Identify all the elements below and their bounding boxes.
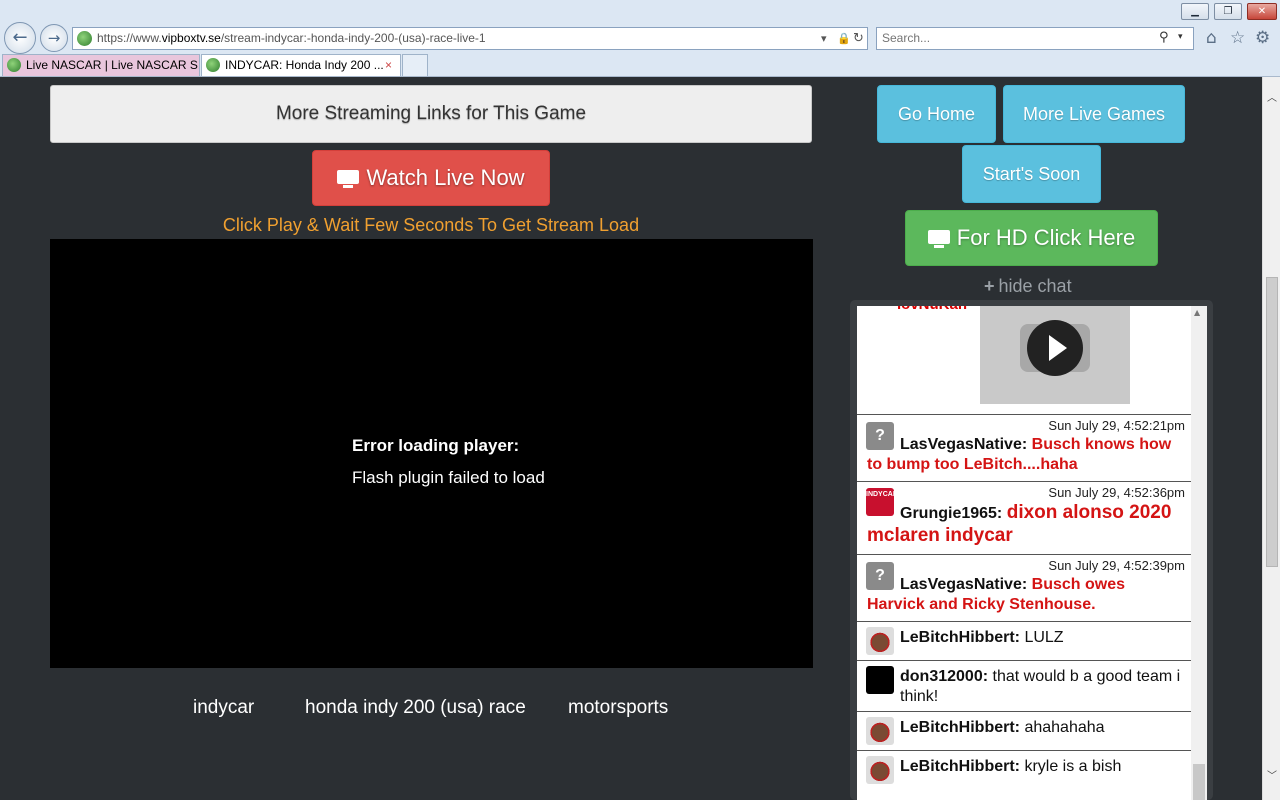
page-scrollbar[interactable]: ︿ ﹀ (1262, 77, 1280, 800)
watch-live-now-button[interactable]: Watch Live Now (312, 150, 550, 206)
page-scroll-thumb[interactable] (1266, 277, 1278, 567)
page-content: More Streaming Links for This Game Watch… (0, 77, 1262, 800)
search-dropdown-icon[interactable]: ▾ (1178, 32, 1183, 42)
hide-chat-toggle[interactable]: + hide chat (984, 276, 1072, 297)
minimize-button[interactable]: ▁ (1181, 3, 1209, 20)
tag-link-motorsports[interactable]: motorsports (568, 697, 668, 719)
search-box[interactable]: ⚲ ▾ (876, 27, 1194, 50)
chat-message: Sun July 29, 4:52:39pm ? LasVegasNative:… (857, 554, 1191, 621)
chat-video-thumbnail[interactable] (980, 306, 1130, 404)
new-tab-button[interactable] (402, 54, 428, 76)
watch-live-label: Watch Live Now (366, 165, 525, 190)
video-player[interactable]: Error loading player: Flash plugin faile… (50, 239, 813, 668)
favorites-star-icon[interactable]: ☆ (1230, 28, 1245, 48)
forward-arrow-icon: → (47, 29, 61, 47)
close-tab-icon[interactable]: × (385, 55, 392, 75)
chat-message-text: LeBitchHibbert: ahahahaha (900, 718, 1181, 738)
chat-message-text: don312000: that would b a good team i th… (900, 667, 1181, 707)
chat-username[interactable]: LasVegasNative: (900, 576, 1027, 593)
tag-link-honda-indy-200[interactable]: honda indy 200 (usa) race (305, 697, 526, 719)
chat-scroll-thumb[interactable] (1193, 764, 1205, 800)
browser-chrome: ▁ ❐ ✕ ← → https://www.vipboxtv.se/stream… (0, 0, 1280, 77)
minimize-icon: ▁ (1191, 6, 1199, 17)
go-home-button[interactable]: Go Home (877, 85, 996, 143)
chat-panel: lovNuKah Sun July 29, 4:52:21pm ? LasVeg… (857, 306, 1207, 800)
chat-username[interactable]: don312000: (900, 668, 988, 685)
scroll-up-icon[interactable]: ︿ (1267, 89, 1277, 104)
hd-click-label: For HD Click Here (956, 225, 1136, 250)
chat-username[interactable]: Grungie1965: (900, 505, 1002, 522)
url-host: vipboxtv.se (161, 31, 221, 45)
url-prefix: https://www. (97, 31, 162, 45)
chat-message: LeBitchHibbert: kryle is a bish (857, 750, 1191, 800)
chat-message-text: Grungie1965: dixon alonso 2020 mclaren i… (867, 501, 1181, 547)
chat-username[interactable]: LasVegasNative: (900, 436, 1027, 453)
chat-message: Sun July 29, 4:52:21pm ? LasVegasNative:… (857, 414, 1191, 481)
address-dropdown-icon[interactable]: ▾ (821, 31, 827, 46)
avatar-user-icon[interactable] (866, 717, 894, 745)
chat-username[interactable]: LeBitchHibbert: (900, 629, 1020, 646)
tab-indycar[interactable]: INDYCAR: Honda Indy 200 ... × (201, 54, 401, 76)
chat-message: LeBitchHibbert: ahahahaha (857, 711, 1191, 750)
refresh-icon[interactable]: ↻ (853, 31, 864, 46)
hd-click-here-button[interactable]: For HD Click Here (905, 210, 1158, 266)
address-bar[interactable]: https://www.vipboxtv.se/stream-indycar:-… (72, 27, 868, 50)
chat-message-text: LeBitchHibbert: kryle is a bish (900, 757, 1181, 777)
tab-live-nascar[interactable]: Live NASCAR | Live NASCAR S... (2, 54, 200, 76)
chat-timestamp: Sun July 29, 4:52:39pm (1048, 558, 1185, 573)
starts-soon-button[interactable]: Start's Soon (962, 145, 1101, 203)
chat-message: LeBitchHibbert: LULZ (857, 621, 1191, 660)
gear-icon[interactable]: ⚙ (1255, 28, 1270, 48)
url-text[interactable]: https://www.vipboxtv.se/stream-indycar:-… (97, 31, 486, 45)
chat-message: Sun July 29, 4:52:36pm INDYCAR Grungie19… (857, 481, 1191, 554)
chat-message-text: LasVegasNative: Busch owes Harvick and R… (867, 575, 1181, 615)
play-icon[interactable] (1027, 320, 1083, 376)
more-live-games-button[interactable]: More Live Games (1003, 85, 1185, 143)
chat-timestamp: Sun July 29, 4:52:36pm (1048, 485, 1185, 500)
chat-message-text: LasVegasNative: Busch knows how to bump … (867, 435, 1181, 475)
plus-icon: + (984, 276, 995, 296)
lock-icon[interactable]: 🔒 (837, 31, 851, 46)
hide-chat-label: hide chat (998, 276, 1072, 296)
back-button[interactable]: ← (4, 22, 36, 54)
chat-message-body: kryle is a bish (1024, 758, 1122, 775)
site-favicon-icon (77, 31, 92, 46)
avatar-user-icon[interactable] (866, 756, 894, 784)
player-error-title: Error loading player: (352, 436, 520, 455)
player-error-message: Flash plugin failed to load (352, 468, 545, 487)
search-input[interactable] (882, 31, 1142, 45)
chat-username[interactable]: LeBitchHibbert: (900, 719, 1020, 736)
avatar-user-icon[interactable] (866, 666, 894, 694)
forward-button[interactable]: → (40, 24, 68, 52)
play-hint-text: Click Play & Wait Few Seconds To Get Str… (222, 215, 640, 235)
tag-link-indycar[interactable]: indycar (193, 697, 254, 719)
chat-username[interactable]: LeBitchHibbert: (900, 758, 1020, 775)
scroll-up-icon[interactable]: ▲ (1194, 308, 1200, 317)
scroll-down-icon[interactable]: ﹀ (1267, 767, 1277, 782)
chat-scrollbar[interactable]: ▲ (1191, 306, 1207, 800)
tab-favicon-icon (206, 58, 220, 72)
monitor-icon (337, 170, 360, 189)
monitor-icon (927, 230, 950, 249)
tab-label: Live NASCAR | Live NASCAR S... (26, 58, 200, 72)
close-icon: ✕ (1257, 6, 1267, 17)
tab-favicon-icon (7, 58, 21, 72)
maximize-icon: ❐ (1223, 6, 1233, 17)
chat-message-body: ahahahaha (1024, 719, 1105, 736)
avatar-user-icon[interactable] (866, 627, 894, 655)
search-icon[interactable]: ⚲ (1159, 30, 1169, 45)
home-icon[interactable]: ⌂ (1206, 28, 1217, 48)
chat-message-body: LULZ (1024, 629, 1064, 646)
back-arrow-icon: ← (12, 27, 28, 48)
close-window-button[interactable]: ✕ (1247, 3, 1277, 20)
more-streaming-links-button[interactable]: More Streaming Links for This Game (50, 85, 812, 143)
tab-label: INDYCAR: Honda Indy 200 ... (225, 58, 384, 72)
chat-partial-username: lovNuKah (897, 306, 967, 313)
chat-timestamp: Sun July 29, 4:52:21pm (1048, 418, 1185, 433)
chat-message: don312000: that would b a good team i th… (857, 660, 1191, 711)
chat-message-text: LeBitchHibbert: LULZ (900, 628, 1181, 648)
maximize-button[interactable]: ❐ (1214, 3, 1242, 20)
url-path: /stream-indycar:-honda-indy-200-(usa)-ra… (220, 31, 486, 45)
